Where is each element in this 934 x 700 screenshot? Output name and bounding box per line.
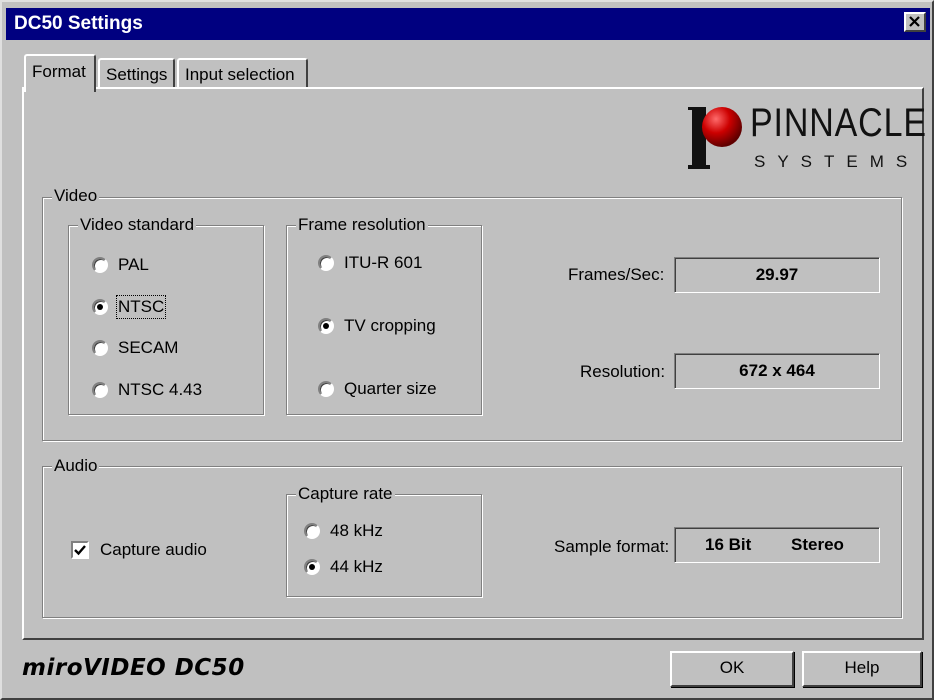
fps-readout: 29.97	[674, 257, 880, 293]
radio-itu-label[interactable]: ITU-R 601	[344, 253, 422, 273]
radio-pal-label[interactable]: PAL	[118, 255, 149, 275]
resolution-label: Resolution:	[580, 362, 666, 381]
radio-44khz-label[interactable]: 44 kHz	[330, 557, 383, 577]
tab-input-selection-label: Input selection	[185, 65, 295, 84]
video-legend: Video	[52, 186, 100, 205]
help-button[interactable]: Help	[802, 651, 922, 687]
tab-settings-label: Settings	[106, 65, 168, 84]
checkmark-icon	[74, 545, 86, 556]
radio-44khz-button[interactable]	[304, 559, 320, 575]
sample-format-label: Sample format:	[554, 537, 670, 556]
radio-selected-dot	[309, 564, 315, 570]
radio-quarter-button[interactable]	[318, 381, 334, 397]
radio-quarter-label[interactable]: Quarter size	[344, 379, 437, 399]
pinnacle-ball-icon	[688, 107, 742, 169]
logo-text-pinnacle: PINNACLE	[750, 101, 927, 145]
video-standard-legend: Video standard	[78, 215, 197, 234]
radio-48khz-label[interactable]: 48 kHz	[330, 521, 383, 541]
pinnacle-logo: PINNACLE SYSTEMS	[688, 103, 926, 175]
close-icon	[909, 16, 920, 27]
tab-input-selection[interactable]: Input selection	[177, 58, 308, 88]
mirovideo-brand: miroVIDEO DC50	[22, 655, 245, 681]
tab-settings[interactable]: Settings	[98, 58, 175, 88]
ok-button[interactable]: OK	[670, 651, 794, 687]
capture-audio-label[interactable]: Capture audio	[100, 540, 207, 560]
tab-format[interactable]: Format	[24, 54, 96, 92]
radio-secam-button[interactable]	[92, 340, 108, 356]
logo-text-systems: SYSTEMS	[754, 152, 920, 171]
sample-format-bits: 16 Bit	[705, 535, 752, 554]
fps-label: Frames/Sec:	[568, 265, 665, 284]
format-tab-panel: PINNACLE SYSTEMS Video Video standard PA…	[22, 87, 926, 640]
radio-itu-button[interactable]	[318, 255, 334, 271]
sample-format-channels: Stereo	[791, 535, 844, 554]
radio-ntsc-label[interactable]: NTSC	[115, 295, 167, 319]
radio-ntsc-button[interactable]	[92, 299, 108, 315]
radio-tv-cropping-label[interactable]: TV cropping	[344, 316, 436, 336]
radio-selected-dot	[323, 323, 329, 329]
radio-secam-label[interactable]: SECAM	[118, 338, 178, 358]
radio-ntsc443-button[interactable]	[92, 382, 108, 398]
radio-tv-cropping-button[interactable]	[318, 318, 334, 334]
audio-legend: Audio	[52, 456, 100, 475]
radio-48khz-button[interactable]	[304, 523, 320, 539]
title-bar[interactable]: DC50 Settings	[6, 8, 930, 40]
radio-pal-button[interactable]	[92, 257, 108, 273]
resolution-readout: 672 x 464	[674, 353, 880, 389]
radio-selected-dot	[97, 304, 103, 310]
tab-format-label: Format	[32, 62, 86, 81]
capture-audio-checkbox[interactable]	[71, 541, 89, 559]
frame-resolution-legend: Frame resolution	[296, 215, 428, 234]
sample-format-readout: 16 Bit Stereo	[674, 527, 880, 563]
capture-rate-group	[286, 494, 482, 597]
radio-ntsc443-label[interactable]: NTSC 4.43	[118, 380, 202, 400]
close-button[interactable]	[904, 12, 926, 32]
window-title: DC50 Settings	[14, 13, 143, 34]
capture-rate-legend: Capture rate	[296, 484, 395, 503]
